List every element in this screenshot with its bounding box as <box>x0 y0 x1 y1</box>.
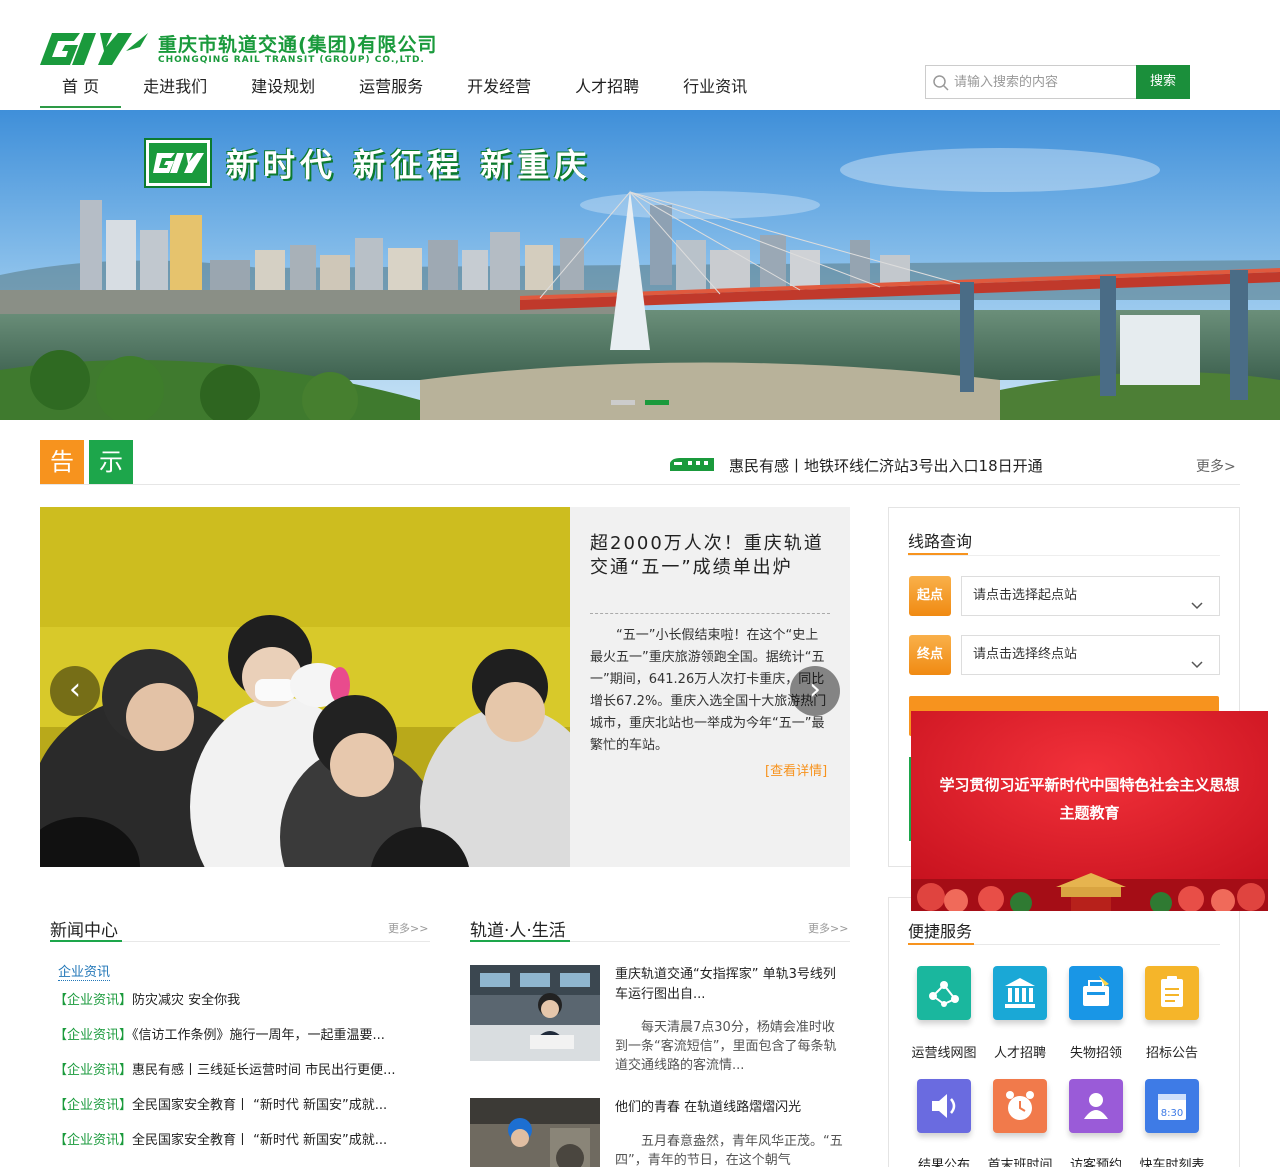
chevron-down-icon <box>1191 589 1203 610</box>
chevron-right-icon[interactable]: › <box>790 666 840 716</box>
notice-more-link[interactable]: 更多> <box>1196 456 1236 476</box>
news-item-text: 全民国家安全教育丨 “新时代 新国安”成就... <box>132 1098 388 1113</box>
rail-life-thumbnail[interactable] <box>470 965 600 1061</box>
route-title-rule <box>908 555 1220 556</box>
nav-operations[interactable]: 运营服务 <box>337 66 445 108</box>
nav-planning[interactable]: 建设规划 <box>229 66 337 108</box>
news-category: 【企业资讯】 <box>54 993 133 1008</box>
quick-services-underline <box>908 943 974 945</box>
nav-recruitment[interactable]: 人才招聘 <box>553 66 661 108</box>
featured-detail-link[interactable]: [查看详情] <box>765 760 827 779</box>
news-category: 【企业资讯】 <box>54 1133 133 1148</box>
visitor-icon[interactable] <box>1069 1079 1123 1133</box>
start-station-select[interactable]: 请点击选择起点站 <box>961 576 1220 616</box>
search-box: 搜索 <box>925 65 1190 99</box>
popup-line-1: 学习贯彻习近平新时代中国特色社会主义思想 <box>939 776 1240 794</box>
network-icon[interactable] <box>917 966 971 1020</box>
news-item[interactable]: 【企业资讯】惠民有感丨三线延长运营时间 市民出行更便... <box>54 1059 396 1078</box>
rail-life-thumbnail[interactable] <box>470 1098 600 1167</box>
service-label[interactable]: 招标公告 <box>1132 1042 1212 1061</box>
rail-life-title: 轨道·人·生活 <box>470 921 566 941</box>
featured-divider <box>590 613 830 614</box>
banner-slogan: 新时代 新征程 新重庆 <box>226 146 592 184</box>
notice-divider <box>40 484 1240 485</box>
clipboard-icon[interactable] <box>1145 966 1199 1020</box>
service-label[interactable]: 快车时刻表 <box>1132 1154 1212 1167</box>
logo-text-en: CHONGQING RAIL TRANSIT (GROUP) CO.,LTD. <box>158 55 425 65</box>
news-item[interactable]: 【企业资讯】《信访工作条例》施行一周年，一起重温要... <box>54 1024 385 1043</box>
featured-photo[interactable] <box>40 507 570 867</box>
theme-education-popup[interactable]: 学习贯彻习近平新时代中国特色社会主义思想 主题教育 <box>911 711 1268 911</box>
logo-text-cn: 重庆市轨道交通(集团)有限公司 <box>158 34 438 56</box>
search-input[interactable] <box>954 72 1134 92</box>
rail-life-summary: 每天清晨7点30分，杨婧会准时收到一条“客流短信”，里面包含了每条轨道交通线路的… <box>615 1020 837 1073</box>
main-nav: 首 页 走进我们 建设规划 运营服务 开发经营 人才招聘 行业资讯 <box>40 66 769 108</box>
rail-life-title-underline <box>470 940 570 942</box>
banner-dot[interactable] <box>611 400 635 405</box>
notice-headline[interactable]: 惠民有感丨地铁环线仁济站3号出入口18日开通 <box>729 455 1043 476</box>
popup-line-2: 主题教育 <box>1059 804 1120 822</box>
service-label[interactable]: 访客预约 <box>1056 1154 1136 1167</box>
news-item-text: 防灾减灾 安全你我 <box>132 993 241 1008</box>
service-label[interactable]: 人才招聘 <box>980 1042 1060 1061</box>
notice-label-2: 示 <box>89 440 133 484</box>
banner-logo <box>146 140 210 186</box>
lost-found-icon[interactable] <box>1069 966 1123 1020</box>
end-station-placeholder: 请点击选择终点站 <box>973 647 1078 662</box>
popup-text: 学习贯彻习近平新时代中国特色社会主义思想 主题教育 <box>911 771 1268 827</box>
end-station-select[interactable]: 请点击选择终点站 <box>961 635 1220 675</box>
news-item[interactable]: 【企业资讯】防灾减灾 安全你我 <box>54 989 240 1008</box>
news-center-title: 新闻中心 <box>50 921 118 941</box>
building-icon[interactable] <box>993 966 1047 1020</box>
rail-life-more-link[interactable]: 更多>> <box>808 920 848 936</box>
alarm-clock-icon[interactable] <box>993 1079 1047 1133</box>
start-station-placeholder: 请点击选择起点站 <box>973 588 1078 603</box>
search-icon <box>932 74 950 92</box>
start-tag: 起点 <box>909 576 951 616</box>
news-title-underline <box>50 940 122 942</box>
news-item[interactable]: 【企业资讯】全民国家安全教育丨 “新时代 新国安”成就... <box>54 1094 387 1113</box>
rail-life-headline[interactable]: 他们的青春 在轨道线路熠熠闪光 <box>615 1098 845 1118</box>
search-button[interactable]: 搜索 <box>1136 65 1190 99</box>
service-label[interactable]: 运营线网图 <box>904 1042 984 1061</box>
news-category: 【企业资讯】 <box>54 1098 133 1113</box>
train-icon <box>668 457 716 473</box>
service-label[interactable]: 首末班时间 <box>980 1154 1060 1167</box>
end-tag: 终点 <box>909 635 951 675</box>
news-more-link[interactable]: 更多>> <box>388 920 428 936</box>
chevron-left-icon[interactable]: ‹ <box>50 666 100 716</box>
news-item[interactable]: 【企业资讯】全民国家安全教育丨 “新时代 新国安”成就... <box>54 1129 387 1148</box>
news-category: 【企业资讯】 <box>54 1028 133 1043</box>
rail-life-headline[interactable]: 重庆轨道交通“女指挥家” 单轨3号线列车运行图出自... <box>615 965 845 1005</box>
news-category: 【企业资讯】 <box>54 1063 133 1078</box>
notice-label-1: 告 <box>40 440 84 484</box>
speaker-icon[interactable] <box>917 1079 971 1133</box>
news-item-text: 全民国家安全教育丨 “新时代 新国安”成就... <box>132 1133 388 1148</box>
nav-development[interactable]: 开发经营 <box>445 66 553 108</box>
route-title-underline <box>908 553 968 555</box>
nav-about[interactable]: 走进我们 <box>121 66 229 108</box>
news-item-text: 《信访工作条例》施行一周年，一起重温要... <box>132 1028 385 1043</box>
route-query-title: 线路查询 <box>908 532 973 551</box>
logo-mark[interactable] <box>40 33 150 65</box>
news-tab-company[interactable]: 企业资讯 <box>58 961 111 981</box>
featured-title[interactable]: 超2000万人次！重庆轨道交通“五一”成绩单出炉 <box>590 532 830 580</box>
banner-dot-active[interactable] <box>645 400 669 405</box>
calendar-icon[interactable]: 8:30 <box>1145 1079 1199 1133</box>
banner-pagination <box>611 400 669 405</box>
nav-home[interactable]: 首 页 <box>40 66 122 108</box>
news-item-text: 惠民有感丨三线延长运营时间 市民出行更便... <box>132 1063 396 1078</box>
rail-life-summary: 五月春意盎然，青年风华正茂。“五四”，青年的节日，在这个朝气 <box>615 1134 843 1167</box>
service-label[interactable]: 结果公布 <box>904 1154 984 1167</box>
chevron-down-icon <box>1191 648 1203 669</box>
service-label[interactable]: 失物招领 <box>1056 1042 1136 1061</box>
quick-services-title: 便捷服务 <box>908 922 973 941</box>
nav-industry-news[interactable]: 行业资讯 <box>661 66 769 108</box>
svg-text:8:30: 8:30 <box>1161 1108 1183 1119</box>
